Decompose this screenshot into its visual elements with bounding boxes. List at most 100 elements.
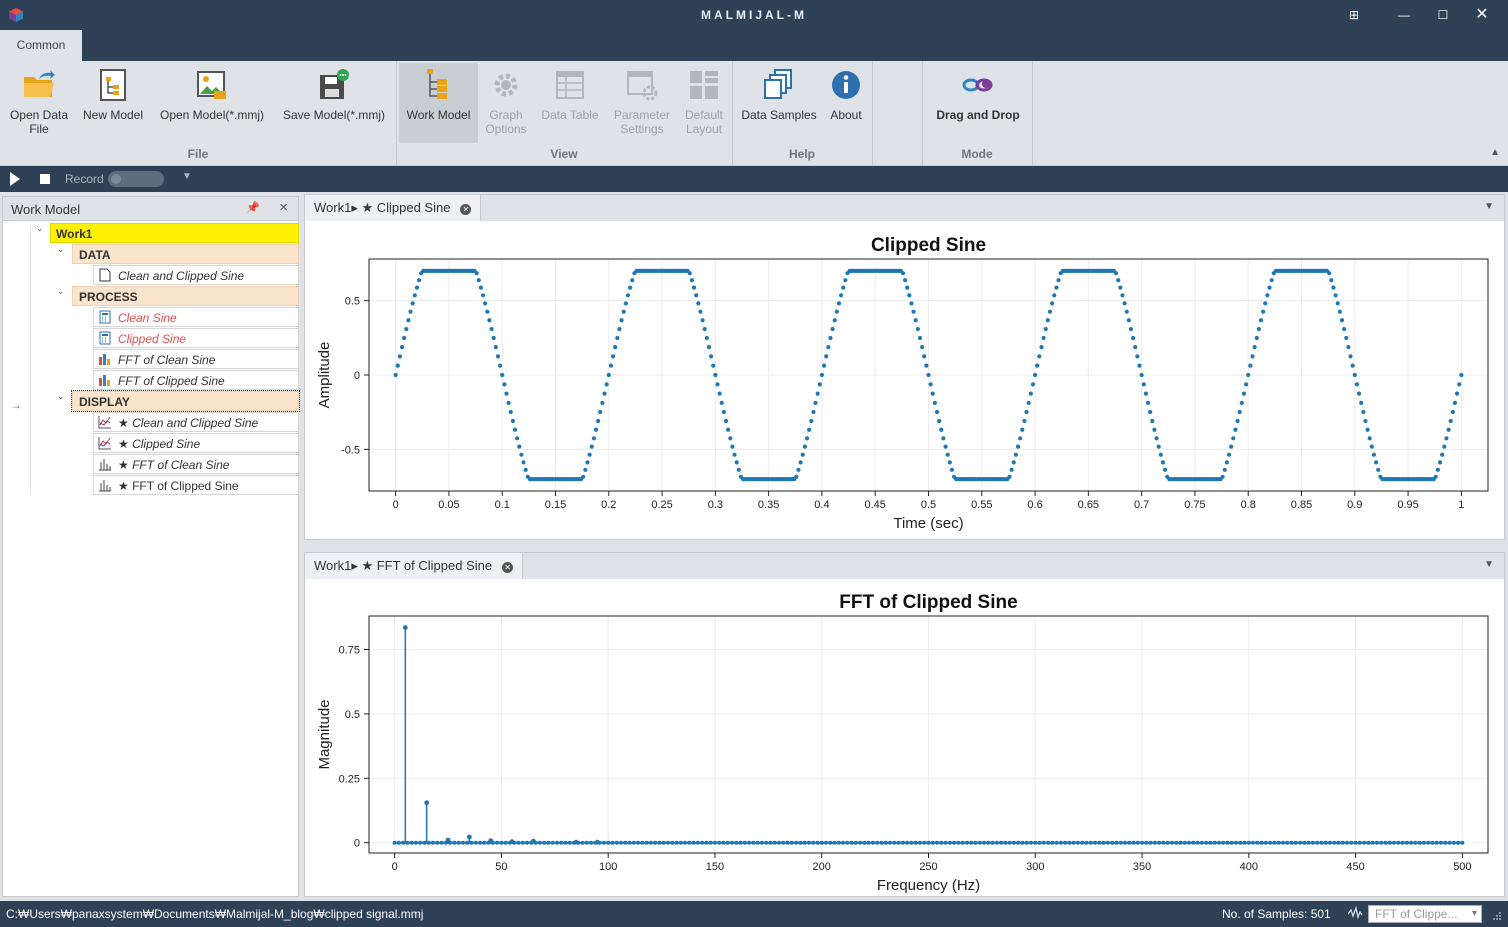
data-point xyxy=(1367,436,1372,441)
data-point xyxy=(1259,840,1264,845)
data-point xyxy=(802,444,807,449)
ribbon-tab-row: Common xyxy=(0,30,1508,61)
data-samples-button[interactable]: Data Samples xyxy=(738,63,820,143)
data-point xyxy=(1267,285,1272,290)
resize-grip-icon[interactable] xyxy=(1492,911,1502,921)
chevron-down-icon[interactable]: ⌄ xyxy=(36,223,44,234)
data-point xyxy=(717,391,722,396)
doc-tab-clipped-sine[interactable]: Work1▸ ★ Clipped Sine ✕ xyxy=(305,195,482,221)
stop-icon[interactable] xyxy=(40,174,50,184)
data-point xyxy=(1276,840,1281,845)
data-point xyxy=(870,840,875,845)
data-point xyxy=(1336,840,1341,845)
chevron-down-icon[interactable]: ⌄ xyxy=(57,244,65,255)
data-point xyxy=(1433,474,1438,479)
close-button[interactable]: ✕ xyxy=(1472,6,1492,24)
data-point xyxy=(1234,840,1239,845)
data-point xyxy=(1241,391,1247,396)
data-point xyxy=(1152,427,1157,432)
data-point xyxy=(1110,840,1115,845)
data-point xyxy=(1045,318,1050,323)
tree-item-process[interactable]: FFT of Clipped Sine xyxy=(93,370,299,390)
data-point xyxy=(1047,309,1053,314)
x-tick-label: 0.45 xyxy=(865,499,886,511)
data-point xyxy=(708,840,713,845)
tree-node-data[interactable]: DATA xyxy=(72,244,299,264)
tree-node-work1[interactable]: Work1 xyxy=(50,223,299,243)
new-model-button[interactable]: New Model xyxy=(78,63,148,143)
close-tab-icon[interactable]: ✕ xyxy=(460,204,472,215)
data-point xyxy=(702,326,707,332)
data-point xyxy=(807,427,812,432)
drag-and-drop-button[interactable]: Drag and Drop xyxy=(928,63,1028,143)
data-point xyxy=(834,309,839,314)
tree-item-data[interactable]: Clean and Clipped Sine xyxy=(93,265,299,285)
data-point xyxy=(832,318,837,323)
data-point xyxy=(1353,840,1358,845)
data-point xyxy=(1269,278,1274,283)
ribbon-collapse-icon[interactable]: ▲ xyxy=(1490,147,1500,158)
gear-icon xyxy=(494,73,518,97)
display-select[interactable]: FFT of Clippe... xyxy=(1368,905,1482,923)
about-button[interactable]: About xyxy=(824,63,868,143)
minimize-button[interactable]: — xyxy=(1394,6,1414,24)
tree-item-display[interactable]: ★ FFT of Clipped Sine xyxy=(93,475,299,495)
data-point xyxy=(1191,840,1196,845)
data-point xyxy=(1387,840,1392,845)
x-tick-label: 150 xyxy=(706,861,724,873)
tree-item-display[interactable]: ★ Clean and Clipped Sine xyxy=(93,412,299,432)
data-table-button[interactable]: Data Table xyxy=(536,63,604,143)
pin-icon[interactable]: 📌 xyxy=(246,201,260,214)
data-point xyxy=(926,372,931,378)
work-model-button[interactable]: Work Model xyxy=(399,63,478,143)
close-tab-icon[interactable]: ✕ xyxy=(502,562,514,573)
data-point xyxy=(1361,409,1366,415)
doc-menu-chevron-icon[interactable]: ▼ xyxy=(1484,559,1494,570)
data-point xyxy=(694,293,699,298)
graph-options-button[interactable]: Graph Options xyxy=(478,63,534,143)
data-point xyxy=(601,840,606,845)
chevron-down-icon[interactable]: ⌄ xyxy=(57,286,65,297)
tree-item-display[interactable]: ★ FFT of Clean Sine xyxy=(93,454,299,474)
open-model-button[interactable]: Open Model(*.mmj) xyxy=(154,63,270,143)
data-point xyxy=(1363,418,1368,424)
data-point xyxy=(473,840,478,845)
data-point xyxy=(1231,436,1236,441)
restore-layout-icon[interactable]: ⊞ xyxy=(1344,6,1364,24)
maximize-button[interactable]: ☐ xyxy=(1433,6,1453,24)
doc-tab-fft-clipped-sine[interactable]: Work1▸ ★ FFT of Clipped Sine ✕ xyxy=(305,553,524,579)
tree-node-process[interactable]: PROCESS xyxy=(72,286,299,306)
tree-node-display[interactable]: DISPLAY xyxy=(71,390,300,412)
close-icon[interactable]: × xyxy=(279,199,288,216)
chevron-down-icon[interactable]: ⌄ xyxy=(57,391,65,402)
data-point xyxy=(1011,460,1016,465)
stem-chart-icon xyxy=(99,459,111,471)
tree-item-process[interactable]: FFT of Clean Sine xyxy=(93,349,299,369)
parameter-settings-button[interactable]: Parameter Settings xyxy=(607,63,677,143)
current-node-arrow-icon: → xyxy=(10,398,22,412)
data-point xyxy=(1124,309,1129,314)
tree-item-process[interactable]: Clipped Sine xyxy=(93,328,299,348)
data-point xyxy=(1443,840,1448,845)
data-point xyxy=(503,840,508,845)
tree-item-display[interactable]: ★ Clipped Sine xyxy=(93,433,299,453)
tab-common[interactable]: Common xyxy=(0,30,82,61)
data-point xyxy=(1058,840,1063,845)
save-model-button[interactable]: Save Model(*.mmj) xyxy=(276,63,392,143)
play-icon[interactable] xyxy=(10,172,20,186)
data-point xyxy=(1007,474,1012,479)
data-point xyxy=(1080,840,1085,845)
doc-menu-chevron-icon[interactable]: ▼ xyxy=(1484,201,1494,212)
data-point xyxy=(922,354,927,359)
chevron-down-icon[interactable]: ▼ xyxy=(182,171,192,182)
tree-item-process[interactable]: Clean Sine xyxy=(93,307,299,327)
data-point xyxy=(623,301,628,306)
data-point xyxy=(922,840,927,845)
data-point xyxy=(717,840,722,845)
data-point xyxy=(1233,427,1238,432)
data-point xyxy=(661,840,666,845)
data-point xyxy=(800,452,805,457)
open-data-file-button[interactable]: Open Data File xyxy=(4,63,74,143)
default-layout-button[interactable]: Default Layout xyxy=(678,63,730,143)
record-toggle[interactable] xyxy=(108,171,164,187)
